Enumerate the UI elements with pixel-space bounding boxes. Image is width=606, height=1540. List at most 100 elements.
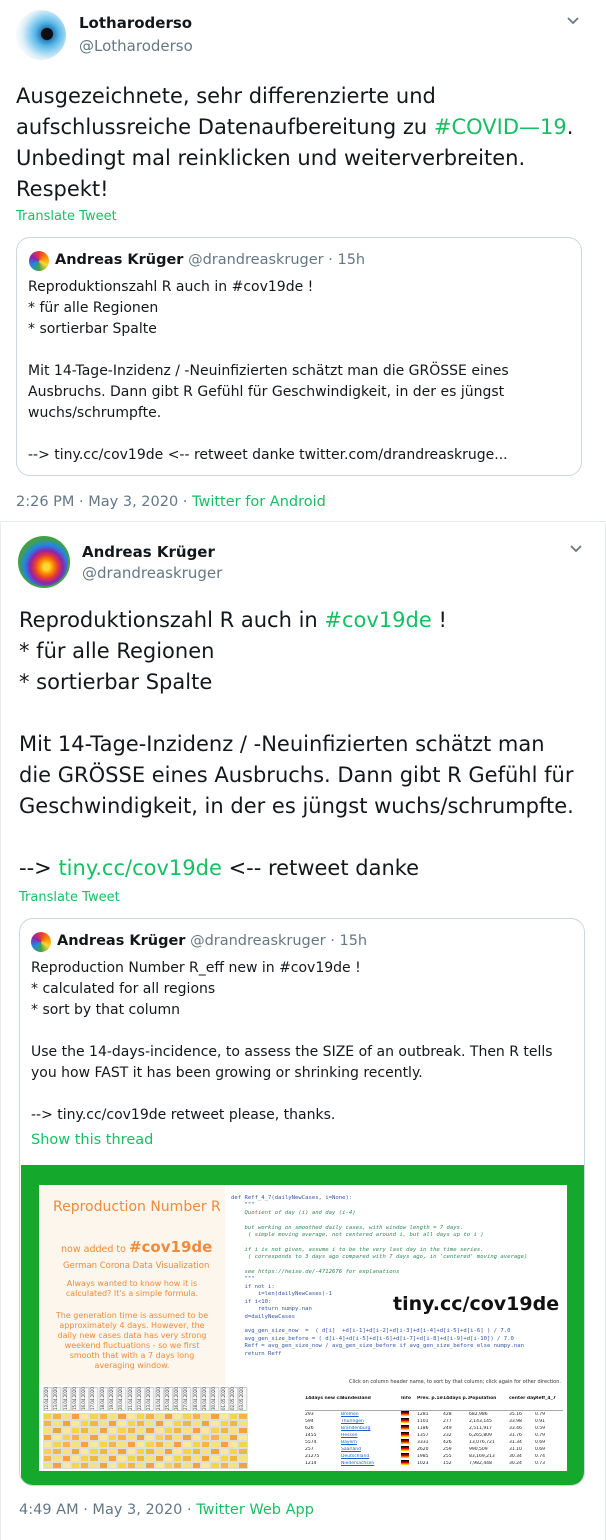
heatmap-cell xyxy=(173,1413,183,1420)
region-link[interactable]: Brandenburg xyxy=(341,1426,401,1431)
heatmap-cell xyxy=(173,1455,183,1462)
translate-tweet-link[interactable]: Translate Tweet xyxy=(16,209,117,224)
heatmap-cell xyxy=(219,1427,229,1434)
author-name[interactable]: Lotharoderso xyxy=(79,14,192,32)
media-image[interactable]: Reproduction Number R now added to #cov1… xyxy=(21,1165,584,1485)
heatmap-cell xyxy=(201,1448,211,1455)
heatmap-cell xyxy=(126,1434,136,1441)
region-table-header-cell[interactable]: 14days new cases xyxy=(305,1396,341,1401)
heatmap-cell xyxy=(98,1413,109,1420)
code-line: see https://heise.de/-4712676 for explan… xyxy=(231,1269,400,1276)
quoted-tweet[interactable]: Andreas Krüger @drandreaskruger · 15h Re… xyxy=(16,237,582,476)
code-line: avg_gen_size_before = ( d[i-4]+d[i-5]+d[… xyxy=(231,1335,514,1342)
heatmap-cell xyxy=(145,1441,155,1448)
translate-tweet-link[interactable]: Translate Tweet xyxy=(19,890,120,905)
heatmap-cell xyxy=(43,1455,53,1462)
region-table-header-cell[interactable]: Info xyxy=(401,1396,417,1401)
heatmap-cell xyxy=(210,1420,220,1427)
heatmap-cell xyxy=(191,1413,202,1420)
heatmap-row xyxy=(43,1434,248,1441)
heatmap-cell xyxy=(210,1427,220,1434)
region-link[interactable]: Bayern xyxy=(341,1440,401,1445)
quote-author-handle: @drandreaskruger xyxy=(188,252,324,268)
tweet-drandreaskruger[interactable]: Andreas Krüger @drandreaskruger Reproduk… xyxy=(0,523,606,1540)
heatmap-cell xyxy=(145,1448,155,1455)
region-link[interactable]: Saarland xyxy=(341,1447,401,1452)
hashtag-link[interactable]: #COVID—19 xyxy=(434,115,567,139)
heatmap-cell xyxy=(70,1441,81,1448)
region-table-header-cell[interactable]: center day xyxy=(509,1396,535,1401)
region-link[interactable]: Bremen xyxy=(341,1412,401,1417)
region-table-header-cell[interactable]: Population xyxy=(469,1396,509,1401)
region-table-cell: 0.79 xyxy=(535,1412,546,1417)
chevron-down-icon[interactable] xyxy=(566,14,580,30)
timestamp[interactable]: 4:49 AM · May 3, 2020 · xyxy=(19,1502,192,1518)
tweet-text-line: * sortierbar Spalte xyxy=(19,670,213,694)
tweet-lotharoderso[interactable]: Lotharoderso @Lotharoderso Ausgezeichnet… xyxy=(0,0,606,522)
avatar[interactable] xyxy=(18,536,70,588)
date-column-header: 01.05.2020 xyxy=(219,1387,229,1411)
quote-avatar xyxy=(29,251,49,271)
quote-text-line: --> tiny.cc/cov19de retweet please, than… xyxy=(31,1107,336,1123)
chevron-down-icon[interactable] xyxy=(569,542,583,558)
quoted-tweet[interactable]: Andreas Krüger @drandreaskruger · 15h Re… xyxy=(19,918,585,1486)
region-table-cell xyxy=(401,1439,417,1446)
heatmap-cell xyxy=(135,1420,146,1427)
avatar[interactable] xyxy=(16,10,66,60)
author-handle[interactable]: @Lotharoderso xyxy=(79,37,193,55)
heatmap-cell xyxy=(80,1441,90,1448)
heatmap-cell xyxy=(117,1441,127,1448)
region-link[interactable]: Deutschland xyxy=(341,1454,401,1459)
heatmap-cell xyxy=(182,1427,192,1434)
heatmap-cell xyxy=(135,1434,146,1441)
region-table-cell: 259 xyxy=(443,1447,452,1452)
heatmap-cell xyxy=(219,1420,229,1427)
date-column-header: 19.04.2020 xyxy=(108,1387,118,1411)
heatmap-cell xyxy=(135,1427,146,1434)
heatmap-cell xyxy=(52,1427,62,1434)
author-handle[interactable]: @drandreaskruger xyxy=(82,564,222,582)
heatmap-cell xyxy=(89,1455,99,1462)
heatmap-cell xyxy=(201,1427,211,1434)
region-table-header-cell[interactable]: Prev. p.1mio xyxy=(417,1396,443,1401)
tweet-text-line: die GRÖSSE eines Ausbruchs. Dann gibt R … xyxy=(19,763,574,787)
timestamp[interactable]: 2:26 PM · May 3, 2020 · xyxy=(16,494,187,510)
heatmap-cell xyxy=(173,1420,183,1427)
region-table-row: 5574 Bayern 3331 426 13,076,721 31.34 0.69 xyxy=(305,1439,563,1446)
date-column-header: 13.04.2020 xyxy=(52,1387,62,1411)
heatmap-cell xyxy=(219,1413,229,1420)
date-column-header: 18.04.2020 xyxy=(98,1387,109,1411)
region-table-cell: 1214 xyxy=(305,1461,317,1466)
heatmap-cell xyxy=(191,1427,202,1434)
region-table-row: 293 Bremen 1281 428 682,986 35.16 0.79 xyxy=(305,1411,563,1418)
region-link[interactable]: Hessen xyxy=(341,1433,401,1438)
region-link[interactable]: Thüringen xyxy=(341,1419,401,1424)
heatmap-cell xyxy=(80,1448,90,1455)
code-line: avg_gen_size_now = ( d[i] +d[i-1]+d[i-2]… xyxy=(231,1328,511,1335)
region-table-cell: 0.59 xyxy=(535,1426,546,1431)
region-link[interactable]: Niedersachsen xyxy=(341,1461,401,1466)
tiny-url-link[interactable]: tiny.cc/cov19de xyxy=(58,856,221,880)
heatmap-cell xyxy=(145,1455,155,1462)
hashtag-link[interactable]: #cov19de xyxy=(324,608,431,632)
author-name[interactable]: Andreas Krüger xyxy=(82,543,215,561)
heatmap-cell xyxy=(52,1455,62,1462)
heatmap-cell xyxy=(52,1413,62,1420)
region-table-header-cell[interactable]: 14days p.1mio xyxy=(443,1396,469,1401)
region-table-cell: 33.98 xyxy=(509,1419,522,1424)
region-table-header-cell[interactable]: Bundesland xyxy=(341,1396,401,1401)
show-thread-link[interactable]: Show this thread xyxy=(31,1132,153,1148)
source-app[interactable]: Twitter for Android xyxy=(192,494,326,510)
heatmap-cell xyxy=(173,1427,183,1434)
region-table-cell: 35.16 xyxy=(509,1412,522,1417)
source-app[interactable]: Twitter Web App xyxy=(196,1502,314,1518)
region-table-cell: 1023 xyxy=(417,1461,429,1466)
heatmap-cell xyxy=(117,1448,127,1455)
heatmap-cell xyxy=(89,1448,99,1455)
heatmap-cell xyxy=(61,1441,71,1448)
region-table-cell: 152 xyxy=(443,1461,452,1466)
tweet-text-line: * für alle Regionen xyxy=(19,639,215,663)
text-span: aufschlussreiche Datenaufbereitung zu xyxy=(16,115,434,139)
region-table-header-cell[interactable]: Reff_4_7 xyxy=(535,1396,559,1401)
heatmap-cell xyxy=(80,1420,90,1427)
